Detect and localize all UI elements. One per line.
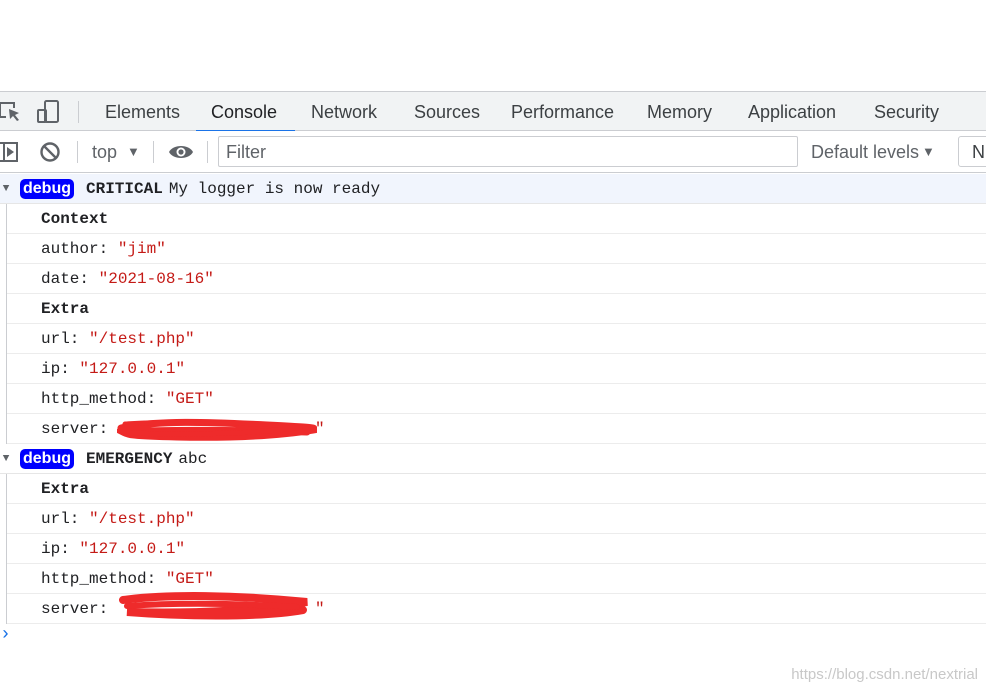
toolbar-divider — [77, 141, 78, 163]
entry-key: ip: — [41, 540, 70, 558]
entry-value: "jim" — [117, 240, 166, 258]
expand-triangle-icon[interactable]: ▼ — [0, 444, 12, 474]
log-message: My logger is now ready — [168, 180, 381, 198]
entry-value: "/test.php" — [89, 330, 195, 348]
entry-key: url: — [41, 510, 80, 528]
entry-value: "GET" — [165, 390, 214, 408]
log-entry: ip: "127.0.0.1" — [7, 354, 986, 384]
log-entry: server: " — [7, 592, 986, 624]
entry-key: http_method: — [41, 390, 157, 408]
log-entry: url: "/test.php" — [7, 324, 986, 354]
watermark: https://blog.csdn.net/nextrial — [791, 666, 978, 683]
entry-value: "127.0.0.1" — [79, 360, 186, 378]
log-entry: date: "2021-08-16" — [7, 264, 986, 294]
tab-performance[interactable]: Performance — [511, 92, 614, 131]
debug-badge: debug — [20, 179, 74, 199]
console-output: ▼ debug CRITICAL My logger is now ready C… — [0, 174, 986, 624]
levels-dropdown-icon[interactable]: ▼ — [922, 131, 935, 173]
section-title: Extra — [7, 294, 986, 324]
log-entry: server: " — [7, 414, 986, 444]
entry-key: date: — [41, 270, 90, 288]
entry-key: server: — [41, 600, 109, 618]
devtools-tabbar: Elements Console Network Sources Perform… — [0, 91, 986, 132]
section-title: Extra — [7, 474, 986, 504]
console-prompt-icon[interactable]: › — [0, 625, 11, 645]
context-selector[interactable]: top — [92, 131, 117, 172]
tab-network[interactable]: Network — [311, 92, 377, 131]
log-level-text: CRITICAL — [86, 180, 163, 198]
entry-key: url: — [41, 330, 80, 348]
entry-key: http_method: — [41, 570, 157, 588]
context-dropdown-icon[interactable]: ▼ — [127, 131, 140, 173]
log-level-text: EMERGENCY — [86, 450, 173, 468]
console-toolbar: top ▼ Filter Default levels ▼ N — [0, 131, 986, 173]
log-group-header[interactable]: ▼ debug EMERGENCY abc — [0, 444, 986, 474]
entry-key: ip: — [41, 360, 70, 378]
entry-key: server: — [41, 420, 109, 438]
log-level: EMERGENCY abc — [86, 444, 207, 474]
log-level: CRITICAL My logger is now ready — [86, 174, 380, 204]
toolbar-divider — [207, 141, 208, 163]
log-entry: author: "jim" — [7, 234, 986, 264]
tab-console[interactable]: Console — [195, 92, 296, 132]
entry-key: author: — [41, 240, 109, 258]
entry-value: "2021-08-16" — [98, 270, 214, 288]
tab-memory[interactable]: Memory — [647, 92, 712, 131]
log-entry: http_method: "GET" — [7, 384, 986, 414]
log-entry: url: "/test.php" — [7, 504, 986, 534]
toolbar-right-button[interactable]: N — [958, 136, 986, 167]
log-group-header[interactable]: ▼ debug CRITICAL My logger is now ready — [0, 174, 986, 204]
inspect-element-icon[interactable] — [0, 100, 22, 124]
clear-console-icon[interactable] — [39, 141, 61, 168]
section-title: Context — [7, 204, 986, 234]
toolbar-divider — [153, 141, 154, 163]
entry-value: "127.0.0.1" — [79, 540, 186, 558]
tab-security[interactable]: Security — [874, 92, 939, 131]
tabbar-divider — [78, 101, 79, 123]
tab-application[interactable]: Application — [748, 92, 836, 131]
sidebar-toggle-icon[interactable] — [0, 141, 20, 168]
entry-value: "GET" — [165, 570, 214, 588]
log-entry: ip: "127.0.0.1" — [7, 534, 986, 564]
filter-input[interactable]: Filter — [218, 136, 798, 167]
device-toolbar-icon[interactable] — [36, 100, 60, 124]
tab-elements[interactable]: Elements — [105, 92, 180, 131]
log-group-body: Extra url: "/test.php" ip: "127.0.0.1" h… — [6, 474, 986, 624]
tab-sources[interactable]: Sources — [414, 92, 480, 131]
expand-triangle-icon[interactable]: ▼ — [0, 174, 12, 204]
debug-badge: debug — [20, 449, 74, 469]
log-message: abc — [178, 450, 208, 468]
redaction-scribble — [119, 592, 308, 620]
log-levels-dropdown[interactable]: Default levels — [811, 131, 919, 172]
entry-value: "/test.php" — [89, 510, 195, 528]
log-group-body: Context author: "jim" date: "2021-08-16"… — [6, 204, 986, 444]
live-expression-eye-icon[interactable] — [168, 143, 194, 166]
redaction-scribble — [117, 418, 317, 441]
